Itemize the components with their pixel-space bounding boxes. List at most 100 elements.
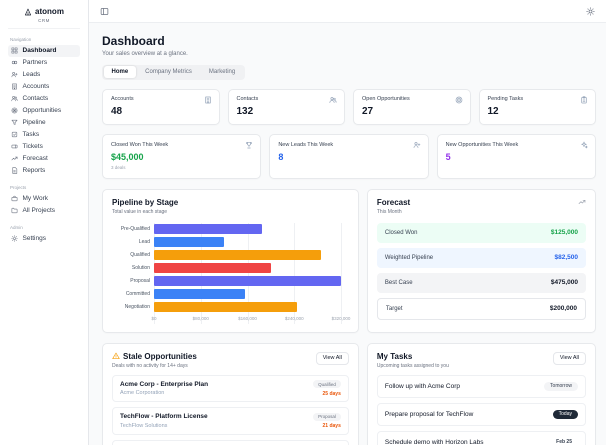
- trending-up-icon: [11, 155, 18, 162]
- task-item[interactable]: Schedule demo with Horizon Labs Feb 25: [376, 430, 586, 445]
- user-plus-icon: [11, 71, 18, 78]
- pipeline-by-stage-panel: Pipeline by Stage Total value in each st…: [102, 188, 359, 333]
- chart-bar: [154, 289, 245, 299]
- stat-card-open-opportunities: Open Opportunities 27: [353, 88, 471, 125]
- due-badge: Today: [552, 409, 578, 419]
- stat-card-row: Accounts 48 Contacts 132 Open Opportunit…: [102, 88, 596, 125]
- forecast-panel: Forecast This Month Closed Won $125,000 …: [366, 188, 596, 333]
- chart-row: Qualified: [112, 249, 349, 262]
- chart-bar: [154, 276, 342, 286]
- sidebar-item-contacts[interactable]: Contacts: [8, 93, 80, 105]
- stale-view-all-button[interactable]: View All: [315, 351, 349, 365]
- chart-tick-label: $320,000: [331, 315, 351, 321]
- sidebar-item-pipeline[interactable]: Pipeline: [8, 117, 80, 129]
- users-icon: [11, 95, 18, 102]
- tab-home[interactable]: Home: [103, 66, 137, 78]
- page-subtitle: Your sales overview at a glance.: [102, 50, 188, 57]
- sidebar-item-tasks[interactable]: Tasks: [8, 129, 80, 141]
- sidebar-item-settings[interactable]: Settings: [8, 233, 80, 245]
- my-tasks-subtitle: Upcoming tasks assigned to you: [376, 362, 449, 369]
- closed-won-value: $45,000: [111, 151, 144, 162]
- stale-item[interactable]: Pinnacle - Annual Subscription Pinnacle …: [112, 439, 349, 445]
- stale-item[interactable]: Acme Corp - Enterprise Plan Acme Corpora…: [112, 374, 349, 402]
- briefcase-icon: [11, 195, 18, 202]
- brand: atonom CRM: [8, 7, 80, 29]
- forecast-title: Forecast: [376, 197, 411, 207]
- chart-bar: [154, 302, 298, 312]
- chart-row: Negotiation: [112, 301, 349, 314]
- task-item[interactable]: Follow up with Acme Corp Tomorrow: [376, 374, 586, 398]
- stat-card-pending-tasks: Pending Tasks 12: [478, 88, 596, 125]
- chart-category-label: Negotiation: [124, 304, 150, 310]
- tab-marketing[interactable]: Marketing: [201, 66, 243, 78]
- chart-category-label: Solution: [131, 265, 150, 271]
- stat-card-contacts: Contacts 132: [227, 88, 345, 125]
- middle-panel-row: Pipeline by Stage Total value in each st…: [102, 188, 596, 333]
- sidebar-item-accounts[interactable]: Accounts: [8, 81, 80, 93]
- user-plus-icon: [413, 141, 421, 149]
- chart-bar: [154, 250, 321, 260]
- funnel-icon: [11, 119, 18, 126]
- pending-tasks-count: 12: [487, 105, 499, 117]
- users-icon: [329, 96, 337, 104]
- sidebar-item-opportunities[interactable]: Opportunities: [8, 105, 80, 117]
- sidebar-item-forecast[interactable]: Forecast: [8, 153, 80, 165]
- target-icon: [455, 96, 463, 104]
- tasks-view-all-button[interactable]: View All: [552, 351, 586, 365]
- tab-company-metrics[interactable]: Company Metrics: [137, 66, 200, 78]
- stale-opportunities-panel: Stale Opportunities Deals with no activi…: [102, 342, 359, 445]
- sidebar-item-reports[interactable]: Reports: [8, 165, 80, 177]
- topbar: [89, 0, 606, 23]
- stale-opportunities-title: Stale Opportunities: [123, 351, 197, 361]
- forecast-weighted-pipeline-value: $82,500: [554, 254, 579, 261]
- sidebar-item-partners[interactable]: Partners: [8, 57, 80, 69]
- chart-category-label: Committed: [125, 291, 150, 297]
- stale-item[interactable]: TechFlow - Platform License TechFlow Sol…: [112, 407, 349, 435]
- clipboard-icon: [580, 95, 588, 104]
- sidebar-item-tickets[interactable]: Tickets: [8, 141, 80, 153]
- pipeline-bar-chart: Pre-Qualified Lead Qualified Solution Propos…: [112, 222, 350, 324]
- chart-x-axis: $0 $80,000 $160,000 $240,000 $320,000: [151, 316, 350, 324]
- pipeline-chart-subtitle: Total value in each stage: [112, 208, 168, 215]
- gear-icon: [11, 235, 18, 242]
- check-square-icon: [11, 131, 18, 138]
- stale-opportunities-subtitle: Deals with no activity for 14+ days: [112, 362, 188, 369]
- sidebar-item-my-work[interactable]: My Work: [8, 193, 80, 205]
- chart-bar: [154, 263, 271, 273]
- stage-badge: Qualified: [313, 380, 341, 388]
- task-item[interactable]: Prepare proposal for TechFlow Today: [376, 402, 586, 426]
- main-area: Dashboard Your sales overview at a glanc…: [89, 0, 606, 445]
- panel-left-icon[interactable]: [100, 7, 109, 16]
- sidebar-section-navigation: Navigation: [10, 36, 32, 42]
- theme-toggle-icon[interactable]: [586, 6, 595, 16]
- chart-row: Committed: [112, 288, 349, 301]
- brand-name: atonom: [35, 7, 64, 16]
- chart-row: Solution: [112, 262, 349, 275]
- sidebar: atonom CRM Navigation Dashboard Partners…: [0, 0, 89, 445]
- forecast-target-value: $200,000: [549, 305, 577, 312]
- forecast-subtitle: This Month: [376, 208, 402, 215]
- ticket-icon: [11, 143, 18, 150]
- brand-badge: CRM: [38, 17, 50, 23]
- dashboard-content: Dashboard Your sales overview at a glanc…: [89, 23, 606, 445]
- new-opportunities-this-week-card: New Opportunities This Week 5: [436, 133, 596, 179]
- due-badge: Tomorrow: [544, 381, 578, 391]
- open-opportunities-count: 27: [362, 105, 374, 117]
- chart-row: Proposal: [112, 275, 349, 288]
- tasks-list: Follow up with Acme Corp Tomorrow Prepar…: [376, 374, 586, 445]
- chart-category-label: Lead: [138, 239, 150, 245]
- sidebar-item-dashboard[interactable]: Dashboard: [8, 44, 80, 57]
- my-tasks-panel: My Tasks Upcoming tasks assigned to you …: [366, 342, 596, 445]
- sidebar-item-leads[interactable]: Leads: [8, 69, 80, 81]
- stat-card-accounts: Accounts 48: [102, 88, 220, 125]
- handshake-icon: [11, 59, 18, 66]
- weekly-card-row: Closed Won This Week $45,000 3 deals New…: [102, 133, 596, 179]
- new-leads-value: 8: [278, 151, 284, 162]
- chart-bar: [154, 237, 225, 247]
- chart-row: Pre-Qualified: [112, 223, 349, 236]
- forecast-row-weighted-pipeline: Weighted Pipeline $82,500: [376, 247, 586, 268]
- sidebar-item-all-projects[interactable]: All Projects: [8, 205, 80, 217]
- trophy-icon: [245, 141, 253, 149]
- sidebar-section-projects: Projects: [10, 184, 27, 190]
- forecast-row-closed-won: Closed Won $125,000: [376, 222, 586, 243]
